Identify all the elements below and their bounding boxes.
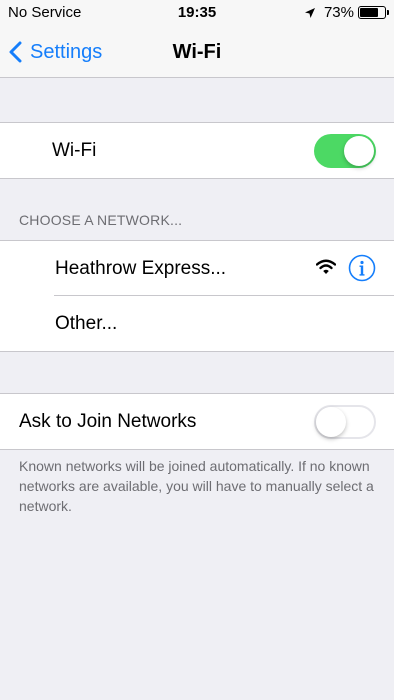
status-right: 73% bbox=[304, 4, 389, 21]
navigation-bar: Wi-Fi Settings bbox=[0, 26, 394, 78]
battery-percent: 73% bbox=[323, 4, 354, 21]
status-bar: No Service 19:35 73% bbox=[0, 0, 394, 26]
chevron-left-icon bbox=[9, 41, 22, 63]
toggle-knob bbox=[316, 407, 346, 437]
wifi-toggle-row: Wi-Fi bbox=[0, 123, 394, 178]
networks-list: Heathrow Express... Other... bbox=[0, 240, 394, 352]
network-name: Heathrow Express... bbox=[55, 257, 227, 279]
network-row-heathrow[interactable]: Heathrow Express... bbox=[0, 241, 394, 296]
toggle-knob bbox=[344, 136, 374, 166]
ask-to-join-switch[interactable] bbox=[314, 405, 376, 439]
network-row-other[interactable]: Other... bbox=[0, 296, 394, 351]
other-network-label: Other... bbox=[55, 312, 118, 334]
ask-to-join-group: Ask to Join Networks bbox=[0, 393, 394, 450]
ask-to-join-footer: Known networks will be joined automatica… bbox=[19, 458, 374, 514]
wifi-toggle-group: Wi-Fi bbox=[0, 122, 394, 179]
info-icon[interactable] bbox=[348, 254, 376, 282]
wifi-signal-icon bbox=[316, 259, 336, 274]
back-button[interactable]: Settings bbox=[8, 26, 102, 78]
ask-to-join-row: Ask to Join Networks bbox=[0, 394, 394, 449]
ask-to-join-label: Ask to Join Networks bbox=[19, 410, 197, 432]
battery-fill bbox=[360, 8, 378, 17]
back-button-label: Settings bbox=[30, 40, 103, 63]
location-arrow-icon bbox=[304, 7, 315, 18]
battery-icon bbox=[358, 6, 389, 19]
wifi-toggle-switch[interactable] bbox=[314, 134, 376, 168]
wifi-toggle-label: Wi-Fi bbox=[52, 139, 97, 161]
networks-section-header: CHOOSE A NETWORK... bbox=[19, 212, 183, 228]
